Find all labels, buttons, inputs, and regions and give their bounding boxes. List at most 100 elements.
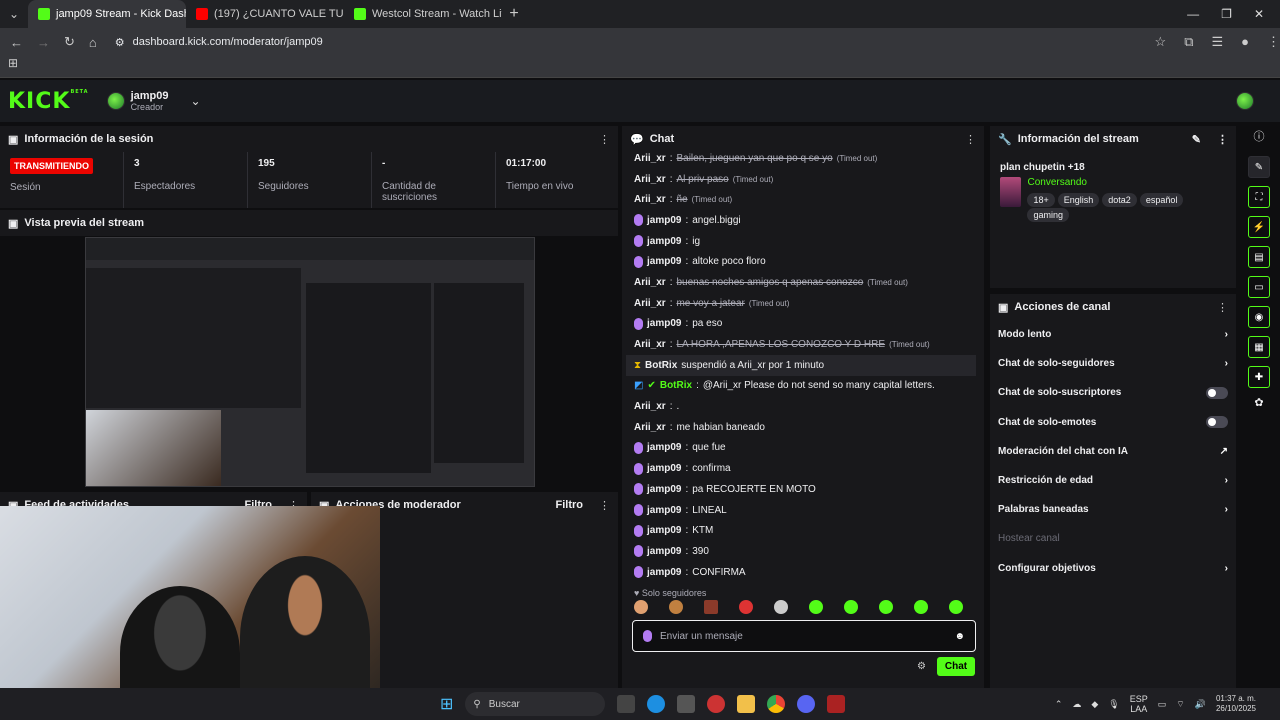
chat-message[interactable]: jamp09: confirma [626, 458, 976, 479]
extensions-icon[interactable]: ⧉ [1184, 34, 1193, 50]
chat-message[interactable]: jamp09: angel.biggi [626, 210, 976, 231]
tab-search-icon[interactable]: ⌄ [0, 7, 28, 21]
filter-button[interactable]: Filtro [556, 499, 584, 511]
user-switcher[interactable]: jamp09 Creador ⌄ [106, 90, 201, 112]
emote[interactable] [844, 600, 858, 614]
browser-menu-icon[interactable]: ⋮ [1267, 34, 1280, 50]
chat-settings-icon[interactable]: ⚙ [917, 661, 926, 672]
chat-username[interactable]: Arii_xr [634, 339, 666, 350]
chat-message[interactable]: ⧗ BotRix suspendió a Arii_xr por 1 minuto [626, 354, 976, 376]
bookmark-star-icon[interactable]: ☆ [1155, 34, 1167, 50]
chat-message[interactable]: jamp09: pa eso [626, 314, 976, 335]
chat-username[interactable]: jamp09 [647, 215, 681, 226]
channel-action-item[interactable]: Chat de solo-seguidores › [990, 349, 1236, 378]
info-icon[interactable]: ⓘ [1254, 126, 1265, 148]
app-icon[interactable] [827, 695, 846, 713]
chat-message[interactable]: Arii_xr: Bailen, jueguen yan que po q se … [626, 148, 976, 169]
chat-username[interactable]: BotRix [645, 360, 677, 371]
taskview-icon[interactable] [617, 695, 636, 713]
chat-username[interactable]: jamp09 [647, 546, 681, 557]
chat-message[interactable]: jamp09: pa RECOJERTE EN MOTO [626, 479, 976, 500]
toggle-switch[interactable] [1206, 386, 1228, 399]
chat-username[interactable]: jamp09 [647, 484, 681, 495]
close-window-icon[interactable]: ✕ [1254, 7, 1264, 21]
browser-tab[interactable]: (197) ¿CUANTO VALE TU OUTF✕ [186, 0, 344, 28]
chat-username[interactable]: Arii_xr [634, 174, 666, 185]
chat-message[interactable]: jamp09: ig [626, 231, 976, 252]
stream-tag[interactable]: español [1139, 193, 1184, 207]
bolt-icon[interactable]: ⚡ [1248, 216, 1270, 238]
browser-tab[interactable]: Westcol Stream - Watch Live o✕ [344, 0, 502, 28]
chat-username[interactable]: Arii_xr [634, 401, 666, 412]
mic-icon[interactable]: 🎙 [1108, 699, 1119, 710]
emoji-icon[interactable]: ☻ [954, 631, 965, 642]
channel-action-item[interactable]: Moderación del chat con IA ↗ [990, 437, 1236, 466]
chat-message[interactable]: Arii_xr: LA HORA ,APENAS LOS CONOZCO Y D … [626, 334, 976, 355]
emote[interactable] [879, 600, 893, 614]
wifi-icon[interactable]: ⌔ [1176, 699, 1184, 710]
chat-username[interactable]: jamp09 [647, 256, 681, 267]
stream-tag[interactable]: 18+ [1027, 193, 1055, 207]
more-options-icon[interactable]: ⋮ [965, 133, 976, 146]
store-icon[interactable] [677, 695, 696, 713]
chat-username[interactable]: Arii_xr [634, 422, 666, 433]
taskbar-search[interactable]: ⚲ Buscar [465, 692, 606, 716]
chat-message[interactable]: jamp09: CONFIRMA [626, 562, 976, 583]
pencil-icon[interactable]: ✎ [1248, 156, 1270, 178]
edit-pencil-icon[interactable]: ✎ [1192, 133, 1201, 146]
channel-action-item[interactable]: Chat de solo-suscriptores [990, 378, 1236, 407]
chat-username[interactable]: Arii_xr [634, 298, 666, 309]
kick-logo[interactable]: KICKBETA [8, 89, 89, 114]
new-tab-button[interactable]: + [502, 5, 526, 23]
chevron-up-icon[interactable]: ⌃ [1055, 699, 1063, 710]
emote[interactable] [739, 600, 753, 614]
apps-icon[interactable]: ✿ [1254, 396, 1263, 409]
forward-icon[interactable]: → [37, 35, 50, 50]
chat-username[interactable]: jamp09 [647, 505, 681, 516]
more-options-icon[interactable]: ⋮ [1217, 133, 1228, 146]
minimize-icon[interactable]: — [1187, 7, 1199, 21]
apps-grid-icon[interactable]: ⊞ [8, 56, 18, 70]
site-info-icon[interactable]: ⚙ [115, 36, 125, 49]
chat-message[interactable]: Arii_xr: buenas noches amigos q apenas co… [626, 272, 976, 293]
wrench-icon[interactable]: ✚ [1248, 366, 1270, 388]
app-tray-icon[interactable]: ◆ [1091, 699, 1098, 710]
chat-message[interactable]: ◩ ✔ BotRix: @Arii_xr Please do not send so … [626, 376, 976, 397]
channel-action-item[interactable]: Palabras baneadas › [990, 495, 1236, 524]
chat-message[interactable]: jamp09:390 [626, 541, 976, 562]
url-field[interactable]: ⚙ dashboard.kick.com/moderator/jamp09 [115, 36, 1141, 49]
reading-list-icon[interactable]: ☰ [1211, 34, 1223, 50]
cloud-icon[interactable]: ☁ [1072, 699, 1081, 710]
chat-username[interactable]: jamp09 [647, 567, 681, 578]
stream-preview-video[interactable] [85, 237, 535, 487]
emote[interactable] [949, 600, 963, 614]
chat-username[interactable]: Arii_xr [634, 153, 666, 164]
stream-tag[interactable]: gaming [1027, 208, 1069, 222]
account-avatar[interactable] [1236, 92, 1254, 110]
monitor-icon[interactable]: ▭ [1158, 699, 1167, 710]
chat-message[interactable]: Arii_xr: ñe (Timed out) [626, 189, 976, 210]
channel-action-item[interactable]: Chat de solo-emotes [990, 408, 1236, 437]
chat-message[interactable]: Arii_xr: me habian baneado [626, 417, 976, 438]
chat-message[interactable]: jamp09: KTM [626, 520, 976, 541]
reload-icon[interactable]: ↻ [64, 34, 75, 50]
more-options-icon[interactable]: ⋮ [1217, 301, 1228, 314]
layout-icon[interactable]: ▦ [1248, 336, 1270, 358]
discord-icon[interactable] [797, 695, 816, 713]
chat-username[interactable]: jamp09 [647, 463, 681, 474]
broadcast-icon[interactable]: ◉ [1248, 306, 1270, 328]
channel-action-item[interactable]: Configurar objetivos › [990, 554, 1236, 583]
chat-message[interactable]: jamp09: LINEAL [626, 500, 976, 521]
document-icon[interactable]: ▤ [1248, 246, 1270, 268]
home-icon[interactable]: ⌂ [89, 35, 97, 50]
category-name[interactable]: Conversando [1027, 177, 1226, 188]
more-options-icon[interactable]: ⋮ [599, 499, 610, 512]
chat-message[interactable]: Arii_xr:. [626, 396, 976, 417]
profile-icon[interactable]: ● [1241, 34, 1249, 50]
toggle-switch[interactable] [1206, 416, 1228, 429]
app-icon[interactable] [707, 695, 726, 713]
emote[interactable] [774, 600, 788, 614]
chat-username[interactable]: jamp09 [647, 442, 681, 453]
clock[interactable]: 01:37 a. m. 26/10/2025 [1216, 694, 1256, 714]
expand-icon[interactable]: ⛶ [1248, 186, 1270, 208]
